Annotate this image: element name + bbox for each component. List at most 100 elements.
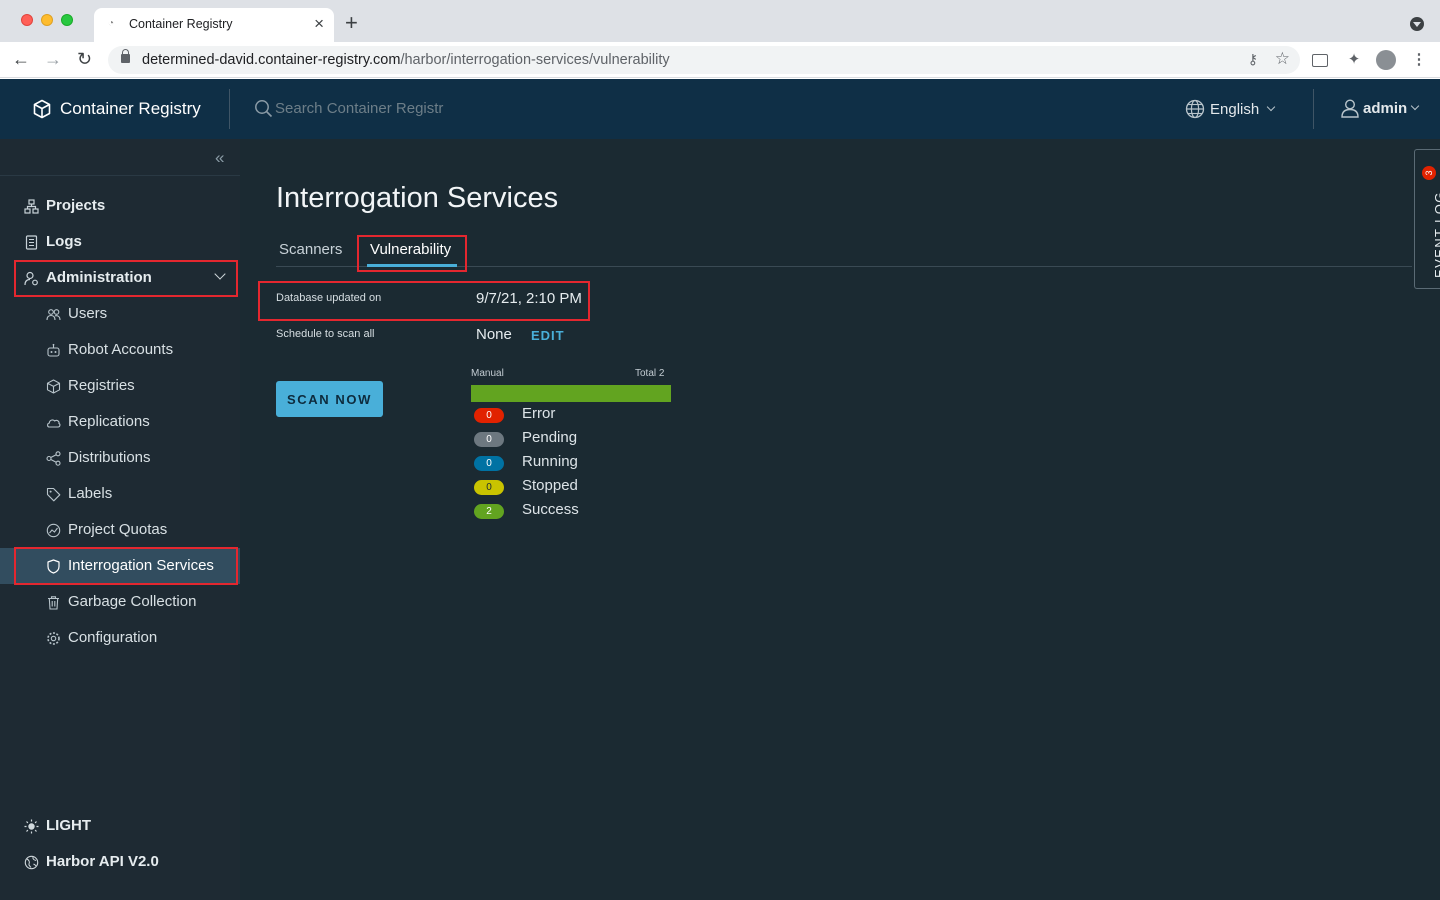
- sidebar-item-label: Robot Accounts: [68, 341, 174, 358]
- scan-now-button[interactable]: SCAN NOW: [276, 381, 383, 417]
- url-text: determined-david.container-registry.com/…: [142, 52, 670, 68]
- scan-total: Total 2: [635, 368, 665, 379]
- forward-button[interactable]: →: [44, 48, 62, 70]
- close-window-button[interactable]: [21, 14, 33, 26]
- page-title: Interrogation Services: [276, 182, 559, 214]
- sidebar-item-label: Users: [68, 305, 108, 322]
- sidebar-item-labels[interactable]: Labels: [0, 476, 240, 512]
- app-header: Container Registry English: [0, 79, 1440, 139]
- sidebar-item-replications[interactable]: Replications: [0, 404, 240, 440]
- replications-icon: [47, 419, 61, 428]
- tab-search-icon[interactable]: [1410, 17, 1424, 31]
- sidebar-item-label: Replications: [68, 413, 150, 430]
- sidebar-item-label: Administration: [46, 269, 152, 286]
- collapse-sidebar-icon[interactable]: «: [215, 149, 224, 166]
- search-input[interactable]: [275, 100, 475, 117]
- event-log-count-badge: 3: [1422, 166, 1436, 180]
- administration-icon: [24, 271, 38, 286]
- shield-icon: [47, 559, 60, 574]
- reload-button[interactable]: ↻: [77, 48, 92, 70]
- bookmark-star-icon[interactable]: ☆: [1275, 49, 1290, 69]
- sidebar-item-project-quotas[interactable]: Project Quotas: [0, 512, 240, 548]
- new-tab-button[interactable]: +: [345, 12, 358, 34]
- quotas-icon: [46, 523, 61, 538]
- sidebar-item-label: Configuration: [68, 629, 158, 646]
- sidebar-item-administration[interactable]: Administration: [0, 260, 240, 296]
- status-row-running: 0 Running: [474, 453, 674, 473]
- scan-progress-fill: [471, 385, 671, 402]
- globe-icon: [1185, 99, 1205, 119]
- sidebar-item-robot-accounts[interactable]: Robot Accounts: [0, 332, 240, 368]
- sidebar-item-configuration[interactable]: Configuration: [0, 620, 240, 656]
- sidebar-item-interrogation-services[interactable]: Interrogation Services: [0, 548, 240, 584]
- sidebar: « Projects Logs Administration Users Rob…: [0, 139, 240, 900]
- sidebar-item-logs[interactable]: Logs: [0, 224, 240, 260]
- sidebar-item-projects[interactable]: Projects: [0, 188, 240, 224]
- browser-tab-strip: ◔ Container Registry × +: [0, 0, 1440, 42]
- username: admin: [1363, 99, 1408, 117]
- registries-icon: [46, 379, 61, 394]
- tab-vulnerability[interactable]: Vulnerability: [370, 241, 451, 258]
- lock-icon[interactable]: [121, 49, 130, 63]
- harbor-api-link[interactable]: Harbor API V2.0: [0, 844, 240, 880]
- edit-schedule-button[interactable]: EDIT: [531, 328, 565, 343]
- extensions-puzzle-icon[interactable]: ✦: [1345, 51, 1363, 69]
- favicon-icon: ◔: [108, 18, 115, 29]
- cast-screen-icon[interactable]: [1312, 54, 1328, 67]
- maximize-window-button[interactable]: [61, 14, 73, 26]
- status-count-badge: 0: [474, 408, 504, 423]
- address-bar[interactable]: determined-david.container-registry.com/…: [108, 46, 1300, 74]
- sidebar-item-label: Projects: [46, 197, 106, 214]
- browser-tab[interactable]: ◔ Container Registry ×: [94, 8, 334, 42]
- user-icon: [1341, 99, 1359, 118]
- header-divider: [229, 89, 230, 129]
- user-menu[interactable]: admin: [1340, 98, 1420, 118]
- sidebar-item-distributions[interactable]: Distributions: [0, 440, 240, 476]
- projects-icon: [24, 199, 39, 214]
- global-search: [254, 99, 475, 118]
- sidebar-item-label: Labels: [68, 485, 113, 502]
- minimize-window-button[interactable]: [41, 14, 53, 26]
- sun-icon: [24, 819, 39, 834]
- status-count-badge: 0: [474, 456, 504, 471]
- sidebar-item-registries[interactable]: Registries: [0, 368, 240, 404]
- status-label: Pending: [522, 429, 578, 446]
- harbor-api-label: Harbor API V2.0: [46, 853, 159, 870]
- language-dropdown[interactable]: English: [1185, 99, 1276, 119]
- status-count-badge: 2: [474, 504, 504, 519]
- sidebar-item-label: Registries: [68, 377, 135, 394]
- sidebar-divider: [0, 175, 240, 176]
- scan-trigger-label: Manual: [471, 368, 504, 379]
- db-updated-label: Database updated on: [276, 292, 382, 304]
- app-root: Container Registry English: [0, 79, 1440, 900]
- event-log-toggle[interactable]: 3 EVENT LOG: [1414, 149, 1440, 289]
- password-key-icon[interactable]: ⚷: [1248, 51, 1258, 68]
- theme-toggle[interactable]: LIGHT: [0, 808, 240, 844]
- robot-icon: [47, 343, 60, 357]
- container-logo-icon: [33, 99, 51, 119]
- status-label: Success: [522, 501, 579, 518]
- sidebar-item-users[interactable]: Users: [0, 296, 240, 332]
- tab-scanners[interactable]: Scanners: [279, 241, 342, 258]
- schedule-label: Schedule to scan all: [276, 328, 375, 340]
- db-updated-value: 9/7/21, 2:10 PM: [476, 290, 582, 307]
- brand[interactable]: Container Registry: [32, 98, 201, 120]
- status-count-badge: 0: [474, 480, 504, 495]
- close-tab-icon[interactable]: ×: [314, 14, 324, 34]
- status-label: Stopped: [522, 477, 578, 494]
- back-button[interactable]: ←: [12, 48, 30, 70]
- status-row-pending: 0 Pending: [474, 429, 674, 449]
- status-row-stopped: 0 Stopped: [474, 477, 674, 497]
- sidebar-item-label: Logs: [46, 233, 82, 250]
- chevron-down-icon: [1410, 101, 1420, 111]
- scan-progress-bar: [471, 385, 671, 402]
- browser-menu-icon[interactable]: ⋮: [1410, 51, 1428, 69]
- trash-icon: [48, 596, 59, 610]
- profile-avatar[interactable]: [1376, 50, 1396, 70]
- search-icon: [255, 100, 273, 118]
- chevron-down-icon: [214, 268, 226, 280]
- logs-icon: [25, 235, 38, 250]
- sidebar-item-label: Garbage Collection: [68, 593, 197, 610]
- api-globe-icon: [24, 855, 39, 870]
- sidebar-item-garbage-collection[interactable]: Garbage Collection: [0, 584, 240, 620]
